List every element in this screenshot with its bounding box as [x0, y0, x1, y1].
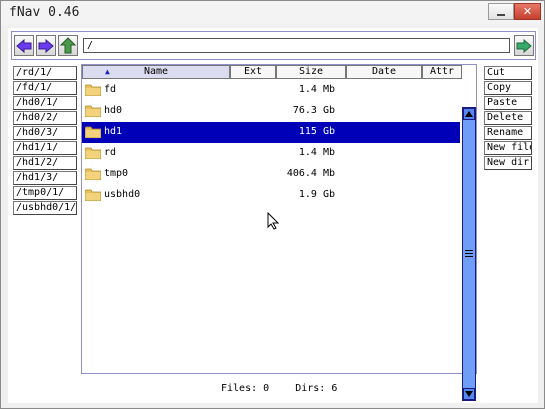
scroll-down-button[interactable] — [463, 388, 475, 400]
bookmark-item[interactable]: /fd/1/ — [13, 81, 77, 95]
vertical-scrollbar[interactable] — [462, 107, 476, 401]
column-date-label: Date — [371, 66, 397, 77]
bookmark-item[interactable]: /hd0/2/ — [13, 111, 77, 125]
file-list-header: ▲ Name Ext Size Date Attr — [82, 65, 462, 79]
file-name: fd — [104, 84, 117, 95]
bookmark-item[interactable]: /rd/1/ — [13, 66, 77, 80]
up-arrow-icon — [60, 37, 76, 54]
title-bar[interactable]: fNav 0.46 ✕ — [1, 1, 544, 25]
file-size: 1.9 Gb — [298, 189, 335, 200]
close-button[interactable]: ✕ — [514, 3, 541, 20]
file-row[interactable]: rd 1.4 Mb — [82, 143, 460, 164]
files-count: Files: 0 — [221, 383, 270, 394]
folder-icon — [85, 168, 101, 180]
bookmark-item[interactable]: /hd0/1/ — [13, 96, 77, 110]
dirs-count: Dirs: 6 — [295, 383, 338, 394]
column-attr-label: Attr — [429, 66, 455, 77]
file-name: tmp0 — [104, 168, 129, 179]
file-size: 76.3 Gb — [292, 105, 335, 116]
scroll-up-button[interactable] — [463, 108, 475, 120]
column-ext[interactable]: Ext — [230, 65, 276, 79]
bookmark-item[interactable]: /hd0/3/ — [13, 126, 77, 140]
rename-button[interactable]: Rename — [484, 126, 532, 140]
client-area: /rd/1//fd/1//hd0/1//hd0/2//hd0/3//hd1/1/… — [8, 28, 538, 403]
cut-button[interactable]: Cut — [484, 66, 532, 80]
file-list-panel: ▲ Name Ext Size Date Attr fd 1.4 Mb hd0 76.… — [81, 64, 477, 401]
file-name: hd1 — [104, 126, 123, 137]
forward-arrow-icon — [38, 38, 54, 53]
back-arrow-icon — [16, 38, 32, 53]
file-size: 1.4 Mb — [298, 84, 335, 95]
scroll-up-icon — [465, 111, 473, 117]
file-size: 115 Gb — [298, 126, 335, 137]
column-size-label: Size — [298, 66, 324, 77]
bookmark-list: /rd/1//fd/1//hd0/1//hd0/2//hd0/3//hd1/1/… — [13, 66, 77, 216]
status-bar: Files: 0 Dirs: 6 — [221, 383, 357, 394]
mouse-cursor-icon — [267, 212, 279, 230]
forward-button[interactable] — [36, 35, 56, 56]
up-button[interactable] — [58, 35, 78, 56]
column-name-label: Name — [143, 66, 169, 77]
minimize-icon — [497, 13, 505, 16]
column-size[interactable]: Size — [276, 65, 346, 79]
path-input[interactable] — [83, 38, 510, 53]
file-row[interactable]: tmp0 406.4 Mb — [82, 164, 460, 185]
file-size: 406.4 Mb — [286, 168, 335, 179]
scroll-down-icon — [465, 391, 473, 397]
file-name: rd — [104, 147, 117, 158]
file-row[interactable]: hd0 76.3 Gb — [82, 101, 460, 122]
new-dir-button[interactable]: New dir — [484, 156, 532, 170]
folder-icon — [85, 105, 101, 117]
minimize-button[interactable] — [488, 3, 514, 20]
app-window: fNav 0.46 ✕ / /rd/1/ /fd/1/ /hd0/1/ /hd0… — [0, 0, 545, 409]
file-row[interactable]: fd 1.4 Mb — [82, 80, 460, 101]
scroll-thumb-grip[interactable] — [465, 249, 473, 257]
go-arrow-icon — [516, 38, 532, 53]
new-file-button[interactable]: New file — [484, 141, 532, 155]
bookmark-item[interactable]: /hd1/3/ — [13, 171, 77, 185]
action-buttons: Cut Copy Paste Delete Rename New file Ne… — [484, 66, 534, 171]
window-title: fNav 0.46 — [9, 5, 80, 20]
bookmark-item[interactable]: /hd1/2/ — [13, 156, 77, 170]
file-row[interactable]: usbhd0 1.9 Gb — [82, 185, 460, 206]
bookmark-item[interactable]: /hd1/1/ — [13, 141, 77, 155]
folder-icon — [85, 147, 101, 159]
bookmark-item[interactable]: /usbhd0/1/ — [13, 201, 77, 215]
file-name: usbhd0 — [104, 189, 141, 200]
delete-button[interactable]: Delete — [484, 111, 532, 125]
sort-asc-icon: ▲ — [105, 67, 110, 76]
file-row[interactable]: hd1 115 Gb — [82, 122, 460, 143]
file-name: hd0 — [104, 105, 123, 116]
navigation-bar — [11, 31, 536, 60]
folder-icon — [85, 189, 101, 201]
file-rows: fd 1.4 Mb hd0 76.3 Gb hd1 115 Gb rd 1.4 Mb tmp0 4… — [82, 80, 462, 206]
go-button[interactable] — [514, 35, 534, 56]
paste-button[interactable]: Paste — [484, 96, 532, 110]
column-ext-label: Ext — [243, 66, 263, 77]
folder-icon — [85, 84, 101, 96]
file-size: 1.4 Mb — [298, 147, 335, 158]
column-date[interactable]: Date — [346, 65, 422, 79]
column-attr[interactable]: Attr — [422, 65, 462, 79]
back-button[interactable] — [14, 35, 34, 56]
folder-icon — [85, 126, 101, 138]
column-name[interactable]: ▲ Name — [82, 65, 230, 79]
copy-button[interactable]: Copy — [484, 81, 532, 95]
close-icon: ✕ — [522, 5, 533, 18]
bookmark-item[interactable]: /tmp0/1/ — [13, 186, 77, 200]
grip-icon — [465, 250, 473, 257]
